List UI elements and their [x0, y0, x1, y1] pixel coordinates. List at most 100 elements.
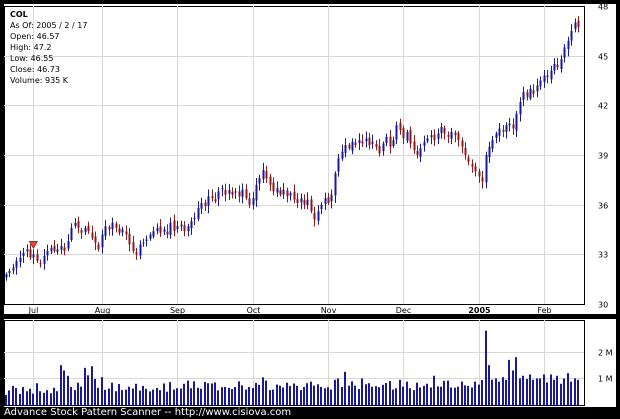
volume-bar — [121, 390, 123, 405]
candle-body — [193, 217, 196, 220]
candle — [108, 225, 111, 236]
volume-bar — [464, 385, 466, 405]
candle-body — [46, 251, 49, 256]
candle-body — [214, 199, 217, 202]
volume-tick-label-1: 2 M — [598, 349, 613, 358]
candle-body — [539, 80, 542, 87]
volume-bar — [327, 387, 329, 405]
candle-body — [125, 231, 128, 235]
candle — [228, 184, 231, 200]
volume-bar — [515, 357, 517, 405]
candle — [457, 131, 460, 147]
candle-body — [515, 113, 518, 131]
candle — [324, 192, 327, 210]
volume-bar — [430, 387, 432, 405]
volume-bar — [293, 383, 295, 405]
volume-bar — [53, 387, 55, 405]
volume-bar — [46, 390, 48, 405]
candle-body — [440, 126, 443, 134]
candle-body — [532, 90, 535, 94]
volume-bar — [248, 386, 250, 405]
candle — [43, 249, 46, 270]
candle — [471, 159, 474, 173]
candle — [19, 250, 22, 268]
candle-body — [337, 158, 340, 172]
candle-body — [74, 222, 77, 227]
volume-bar — [221, 387, 223, 405]
candle-body — [375, 143, 378, 147]
candle-body — [132, 242, 135, 252]
volume-bar — [176, 388, 178, 405]
volume-bar — [419, 387, 421, 405]
candle-body — [382, 143, 385, 152]
candle — [505, 122, 508, 139]
candle — [217, 186, 220, 207]
volume-bar — [399, 379, 401, 405]
candle — [63, 243, 66, 256]
candle — [556, 57, 559, 71]
volume-bar — [56, 391, 58, 405]
volume-bar — [180, 388, 182, 405]
candle-body — [238, 191, 241, 197]
candle-body — [183, 225, 186, 232]
candle — [474, 162, 477, 177]
volume-bar — [481, 380, 483, 405]
candle — [495, 131, 498, 144]
candle-body — [241, 189, 244, 197]
quote-close: Close: 46.73 — [10, 65, 60, 74]
candle-body — [471, 164, 474, 167]
candle — [238, 185, 241, 203]
volume-bar — [348, 385, 350, 405]
volume-bar — [80, 386, 82, 405]
volume-bar — [344, 371, 346, 405]
candle — [382, 141, 385, 156]
volume-bar — [406, 381, 408, 405]
candle — [502, 125, 505, 138]
candle-body — [560, 58, 563, 70]
candle-body — [313, 212, 316, 220]
candle — [546, 69, 549, 84]
volume-bar — [265, 380, 267, 405]
candle-body — [67, 241, 70, 249]
candle — [491, 135, 494, 153]
candle — [279, 187, 282, 197]
candle — [183, 221, 186, 237]
candle — [574, 18, 577, 33]
candle-body — [22, 252, 25, 257]
y-tick-label-0: 30 — [598, 301, 608, 310]
candle — [348, 142, 351, 151]
volume-bar — [300, 390, 302, 405]
volume-bar — [413, 390, 415, 405]
volume-bar — [77, 382, 79, 405]
volume-bar — [166, 391, 168, 405]
candle-body — [447, 135, 450, 137]
candle-body — [536, 85, 539, 92]
candle-body — [36, 254, 39, 261]
candle-body — [402, 128, 405, 139]
candle — [512, 118, 515, 135]
volume-bar — [317, 384, 319, 405]
volume-bar — [234, 386, 236, 405]
volume-bar — [224, 386, 226, 405]
candle — [50, 244, 53, 254]
candle — [74, 218, 77, 229]
volume-bar — [385, 382, 387, 405]
candle — [204, 199, 207, 212]
volume-bar — [392, 389, 394, 405]
candle-body — [474, 166, 477, 172]
candle — [214, 192, 217, 204]
candle-body — [231, 191, 234, 195]
candle-body — [70, 227, 73, 241]
candle-body — [187, 226, 190, 232]
volume-bar — [310, 381, 312, 405]
volume-bar — [115, 391, 117, 405]
candle-body — [546, 75, 549, 78]
candle-body — [265, 171, 268, 179]
candle-body — [519, 102, 522, 115]
volume-bar — [156, 388, 158, 405]
volume-bar — [187, 380, 189, 405]
candle — [115, 221, 118, 233]
volume-bar — [104, 389, 106, 405]
candle-body — [258, 178, 261, 184]
candle — [193, 212, 196, 225]
